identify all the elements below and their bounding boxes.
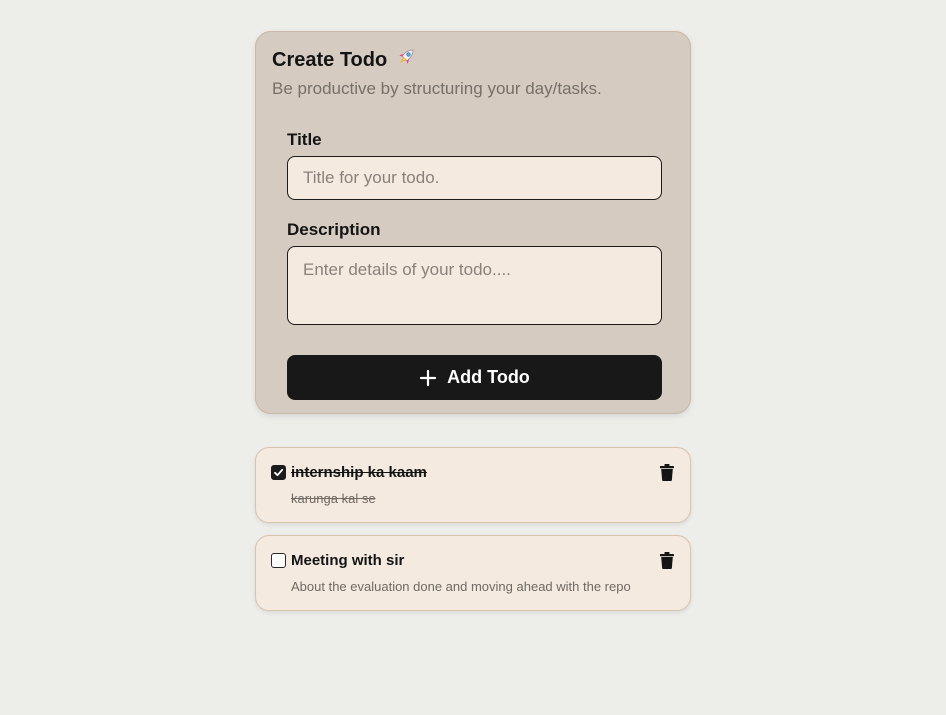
- todo-description: karunga kal se: [291, 491, 376, 506]
- todo-checkbox[interactable]: [271, 553, 286, 568]
- card-subtitle: Be productive by structuring your day/ta…: [272, 79, 602, 98]
- description-label: Description: [287, 220, 381, 239]
- todo-title: internship ka kaam: [291, 464, 427, 481]
- todo-item: Meeting with sir About the evaluation do…: [255, 535, 691, 611]
- checkmark-icon: [274, 468, 284, 477]
- todo-checkbox[interactable]: [271, 465, 286, 480]
- plus-icon: [419, 369, 437, 387]
- add-todo-button[interactable]: Add Todo: [287, 355, 662, 400]
- todo-description: About the evaluation done and moving ahe…: [291, 579, 631, 594]
- rocket-icon: [395, 46, 417, 74]
- trash-icon[interactable]: [660, 552, 674, 569]
- trash-icon[interactable]: [660, 464, 674, 481]
- todo-title: Meeting with sir: [291, 552, 405, 569]
- todo-item: internship ka kaam karunga kal se: [255, 447, 691, 523]
- description-input[interactable]: [287, 246, 662, 325]
- create-todo-card: Create Todo Be productive by structuring…: [255, 31, 691, 414]
- title-input[interactable]: [287, 156, 662, 200]
- card-title: Create Todo: [272, 46, 417, 74]
- card-title-text: Create Todo: [272, 49, 388, 71]
- title-label: Title: [287, 130, 322, 149]
- add-todo-label: Add Todo: [447, 367, 530, 387]
